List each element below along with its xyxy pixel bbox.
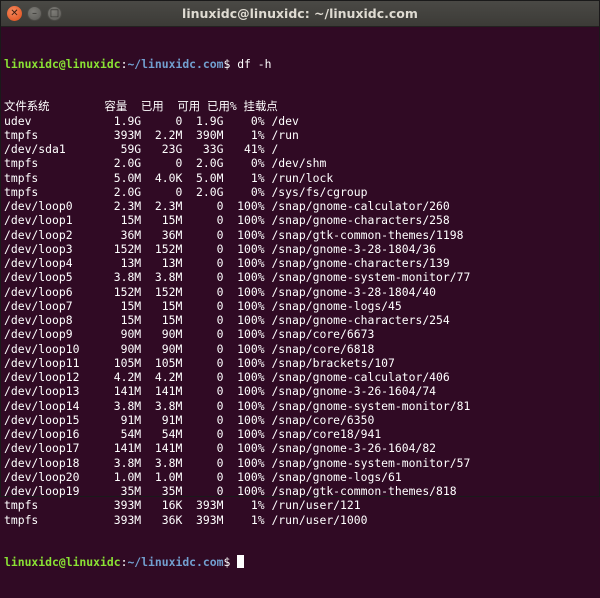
output-line: /dev/loop19 35M 35M 0 100% /snap/gtk-com… [4,484,457,498]
prompt-symbol: $ [223,56,238,71]
output-line: /dev/loop3 152M 152M 0 100% /snap/gnome-… [4,241,437,256]
terminal-output[interactable]: linuxidc@linuxidc:~/linuxidc.com$ df -h … [1,27,599,598]
prompt-colon: : [120,555,128,570]
output-line: /dev/loop1 15M 15M 0 100% /snap/gnome-ch… [4,213,450,228]
command-prompt-line: linuxidc@linuxidc:~/linuxidc.com$ df -h [4,57,596,71]
output-line: /dev/loop12 4.2M 4.2M 0 100% /snap/gnome… [4,370,450,384]
output-line: /dev/loop16 54M 54M 0 100% /snap/core18/… [4,427,382,441]
prompt-symbol: $ [223,555,238,570]
output-line: /dev/loop20 1.0M 1.0M 0 100% /snap/gnome… [4,469,402,484]
active-prompt-line[interactable]: linuxidc@linuxidc:~/linuxidc.com$ [4,555,596,569]
window-title: linuxidc@linuxidc: ~/linuxidc.com [182,6,418,21]
output-line: tmpfs 393M 16K 393M 1% /run/user/121 [4,498,361,513]
output-line: /dev/loop7 15M 15M 0 100% /snap/gnome-lo… [4,298,402,313]
output-line: /dev/loop5 3.8M 3.8M 0 100% /snap/gnome-… [4,270,471,285]
output-line: udev 1.9G 0 1.9G 0% /dev [4,113,299,128]
output-line: /dev/loop13 141M 141M 0 100% /snap/gnome… [4,384,437,399]
command-text: df -h [237,56,272,71]
output-line: /dev/loop15 91M 91M 0 100% /snap/core/63… [4,412,375,427]
output-header-line: 文件系统 容量 已用 可用 已用% 挂载点 [4,99,278,114]
output-line: tmpfs 2.0G 0 2.0G 0% /dev/shm [4,156,327,171]
terminal-window: ✕ – □ linuxidc@linuxidc: ~/linuxidc.com … [0,0,600,569]
command-output: 文件系统 容量 已用 可用 已用% 挂载点 udev 1.9G 0 1.9G 0%… [4,99,596,527]
output-line: tmpfs 2.0G 0 2.0G 0% /sys/fs/cgroup [4,184,368,199]
output-line: /dev/loop0 2.3M 2.3M 0 100% /snap/gnome-… [4,199,450,213]
output-line: /dev/loop6 152M 152M 0 100% /snap/gnome-… [4,284,437,299]
output-line: /dev/loop14 3.8M 3.8M 0 100% /snap/gnome… [4,398,471,413]
output-line: /dev/loop18 3.8M 3.8M 0 100% /snap/gnome… [4,455,471,470]
output-line: /dev/loop11 105M 105M 0 100% /snap/brack… [4,355,395,370]
title-bar[interactable]: ✕ – □ linuxidc@linuxidc: ~/linuxidc.com [1,1,599,27]
prompt-user-host: linuxidc@linuxidc [4,56,121,71]
output-line: tmpfs 5.0M 4.0K 5.0M 1% /run/lock [4,170,334,185]
output-line: /dev/loop4 13M 13M 0 100% /snap/gnome-ch… [4,256,450,270]
prompt-user-host: linuxidc@linuxidc [4,555,121,570]
prompt-path: ~/linuxidc.com [127,56,224,71]
text-cursor [237,555,245,569]
output-line: /dev/loop10 90M 90M 0 100% /snap/core/68… [4,341,375,356]
output-line: tmpfs 393M 2.2M 390M 1% /run [4,127,299,142]
output-line: tmpfs 393M 36K 393M 1% /run/user/1000 [4,512,368,527]
output-line: /dev/sda1 59G 23G 33G 41% / [4,142,279,156]
output-line: /dev/loop2 36M 36M 0 100% /snap/gtk-comm… [4,227,464,242]
output-line: /dev/loop8 15M 15M 0 100% /snap/gnome-ch… [4,313,450,327]
output-line: /dev/loop17 141M 141M 0 100% /snap/gnome… [4,441,437,456]
output-line: /dev/loop9 90M 90M 0 100% /snap/core/667… [4,327,375,342]
prompt-path: ~/linuxidc.com [127,555,224,570]
